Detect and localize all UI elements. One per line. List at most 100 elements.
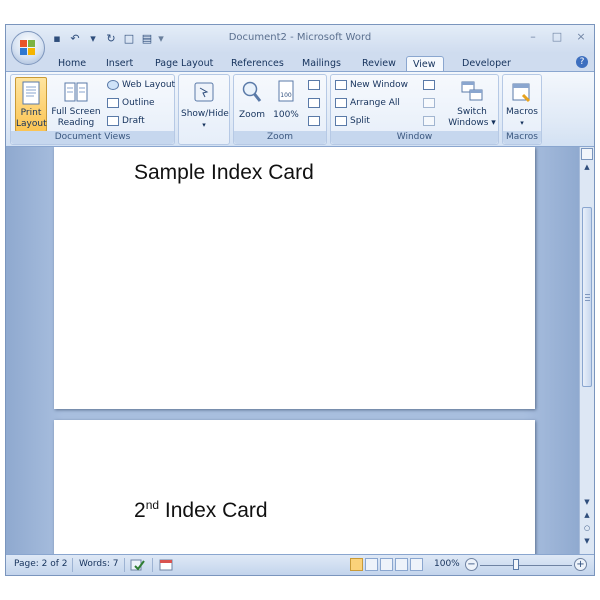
macros-arrow-icon: ▾ [520, 119, 524, 127]
full-screen-reading-button[interactable]: Full Screen Reading [51, 77, 101, 132]
card-2-rest: Index Card [159, 499, 268, 522]
minimize-button[interactable]: – [526, 30, 540, 43]
full-screen-label-1: Full Screen [51, 107, 101, 117]
switch-windows-button[interactable]: Switch Windows ▾ [447, 77, 497, 132]
zoom-slider-track[interactable] [480, 565, 572, 566]
show-hide-button[interactable]: Show/Hide ▾ [181, 77, 229, 132]
group-label-zoom: Zoom [234, 131, 326, 144]
tab-insert[interactable]: Insert [100, 56, 139, 72]
group-label-window: Window [331, 131, 498, 144]
new-window-label: New Window [350, 80, 408, 90]
zoom-in-button[interactable]: + [574, 558, 587, 571]
page-2[interactable]: 2nd Index Card [54, 420, 535, 556]
window-controls: – □ × [526, 30, 588, 43]
scroll-thumb[interactable] [582, 207, 592, 387]
split-button[interactable]: Split [335, 114, 370, 128]
draft-icon [107, 116, 119, 126]
page-1[interactable]: Sample Index Card [54, 147, 535, 409]
svg-text:100: 100 [280, 92, 292, 99]
macros-button[interactable]: Macros ▾ [505, 77, 539, 132]
card-1-text[interactable]: Sample Index Card [134, 161, 314, 185]
tab-home[interactable]: Home [52, 56, 92, 72]
maximize-button[interactable]: □ [550, 30, 564, 43]
office-button[interactable] [11, 31, 45, 65]
page-count-status[interactable]: Page: 2 of 2 [14, 559, 68, 569]
sync-scroll-icon [423, 98, 435, 108]
page-width-button[interactable] [308, 114, 320, 128]
reset-window-icon [423, 116, 435, 126]
arrange-all-icon [335, 98, 347, 108]
zoom-100-button[interactable]: 100 100% [270, 77, 302, 132]
synchronous-scrolling-button[interactable] [423, 96, 435, 110]
ribbon-tabs: Home Insert Page Layout References Maili… [6, 53, 594, 72]
help-icon[interactable]: ? [576, 56, 588, 68]
document-area[interactable]: Sample Index Card 2nd Index Card [6, 147, 581, 556]
close-button[interactable]: × [574, 30, 588, 43]
tab-mailings[interactable]: Mailings [296, 56, 347, 72]
page-100-icon: 100 [278, 80, 294, 102]
macro-record-icon[interactable] [159, 558, 173, 572]
view-buttons [350, 558, 423, 571]
window-title: Document2 - Microsoft Word [228, 32, 372, 43]
tab-page-layout[interactable]: Page Layout [149, 56, 219, 72]
one-page-icon [308, 80, 320, 90]
view-ruler-button[interactable] [581, 148, 593, 160]
zoom-out-button[interactable]: − [465, 558, 478, 571]
reset-window-position-button[interactable] [423, 114, 435, 128]
print-layout-view-icon[interactable] [350, 558, 363, 571]
draft-view-icon[interactable] [410, 558, 423, 571]
print-layout-label-1: Print [20, 108, 42, 118]
draft-label: Draft [122, 116, 145, 126]
view-side-by-side-button[interactable] [423, 78, 435, 92]
two-pages-button[interactable] [308, 96, 320, 110]
arrange-all-button[interactable]: Arrange All [335, 96, 400, 110]
group-label-macros: Macros [503, 131, 541, 144]
tab-developer[interactable]: Developer [456, 56, 517, 72]
magnifier-icon [242, 81, 262, 102]
show-hide-arrow-icon: ▾ [202, 121, 206, 129]
select-browse-object-icon[interactable]: ○ [581, 523, 593, 534]
draft-button[interactable]: Draft [107, 114, 145, 128]
new-window-icon [335, 80, 347, 90]
previous-page-icon[interactable]: ▲ [581, 510, 593, 521]
ribbon: Print Layout Full Screen Reading Web Lay… [6, 71, 594, 147]
outline-view-icon[interactable] [395, 558, 408, 571]
status-divider [72, 558, 73, 572]
card-2-number: 2 [134, 499, 146, 522]
status-divider [124, 558, 125, 572]
new-window-button[interactable]: New Window [335, 78, 408, 92]
vertical-scrollbar[interactable]: ▲ ▼ ▲ ○ ▼ [579, 147, 594, 556]
group-label-document-views: Document Views [11, 131, 174, 144]
group-window: New Window Arrange All Split Switch Wind… [330, 74, 499, 145]
switch-windows-label-1: Switch [457, 107, 487, 117]
tab-review[interactable]: Review [356, 56, 402, 72]
next-page-icon[interactable]: ▼ [581, 536, 593, 547]
card-2-text[interactable]: 2nd Index Card [134, 498, 268, 523]
word-count-status[interactable]: Words: 7 [79, 559, 118, 569]
tab-references[interactable]: References [225, 56, 290, 72]
macros-label: Macros [506, 107, 538, 117]
outline-button[interactable]: Outline [107, 96, 155, 110]
web-layout-view-icon[interactable] [380, 558, 393, 571]
print-layout-button[interactable]: Print Layout [15, 77, 47, 132]
web-layout-button[interactable]: Web Layout [107, 78, 175, 92]
scroll-down-icon[interactable]: ▼ [581, 497, 593, 508]
zoom-label: Zoom [239, 110, 265, 120]
zoom-level-status[interactable]: 100% [434, 559, 460, 569]
status-divider [152, 558, 153, 572]
group-zoom: Zoom 100 100% Zoom [233, 74, 327, 145]
full-screen-view-icon[interactable] [365, 558, 378, 571]
macros-icon [512, 83, 531, 103]
print-layout-icon [22, 81, 40, 105]
one-page-button[interactable] [308, 78, 320, 92]
outline-icon [107, 98, 119, 108]
show-hide-label: Show/Hide [181, 109, 229, 119]
group-macros: Macros ▾ Macros [502, 74, 542, 145]
scroll-up-icon[interactable]: ▲ [581, 162, 593, 173]
zoom-button[interactable]: Zoom [236, 77, 268, 132]
proofing-icon[interactable] [130, 558, 146, 572]
zoom-slider-thumb[interactable] [513, 559, 519, 570]
side-by-side-icon [423, 80, 435, 90]
full-screen-reading-icon [64, 82, 88, 102]
tab-view[interactable]: View [406, 56, 444, 72]
